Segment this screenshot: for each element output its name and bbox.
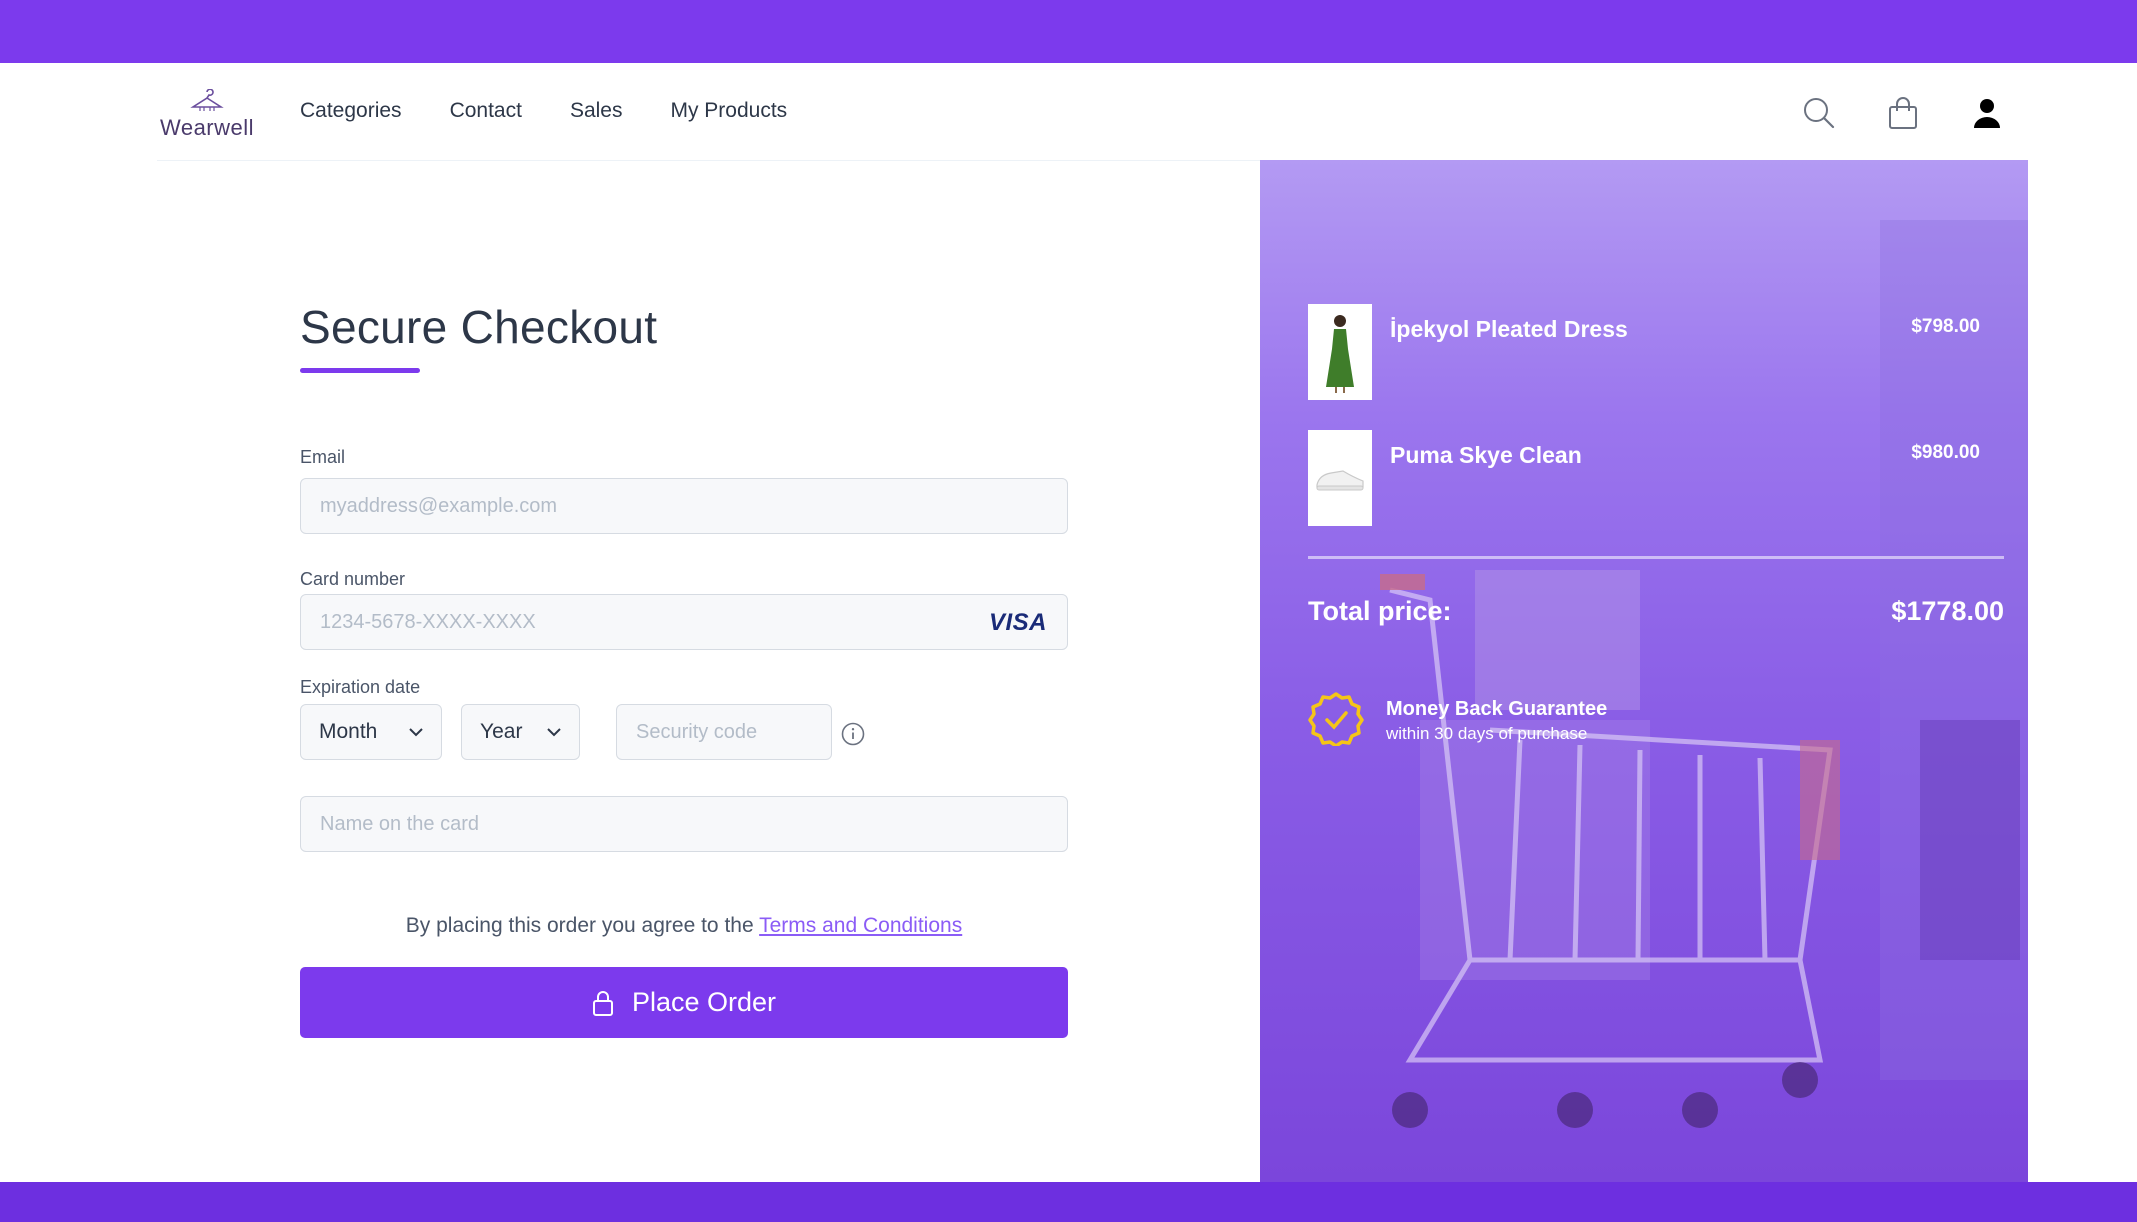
terms-text: By placing this order you agree to the <box>405 914 760 937</box>
card-name-field[interactable] <box>320 797 1067 851</box>
card-number-wrapper: VISA <box>300 594 1068 650</box>
hanger-icon <box>190 89 224 111</box>
guarantee-title: Money Back Guarantee <box>1386 698 1608 720</box>
cart-item-name: İpekyol Pleated Dress <box>1390 316 1628 342</box>
expiration-label: Expiration date <box>300 677 421 697</box>
month-select[interactable]: Month <box>300 704 442 760</box>
nav-my-products[interactable]: My Products <box>670 99 787 123</box>
badge-check-icon <box>1308 692 1364 748</box>
shopping-bag-icon[interactable] <box>1881 91 1925 135</box>
cart-item[interactable]: Puma Skye Clean $980.00 <box>1308 430 1980 526</box>
email-field[interactable] <box>320 479 1067 533</box>
cart-item-name: Puma Skye Clean <box>1390 442 1582 468</box>
nav-contact[interactable]: Contact <box>450 99 522 123</box>
product-thumbnail <box>1308 304 1372 400</box>
email-label: Email <box>300 447 346 467</box>
lock-icon <box>592 990 613 1016</box>
money-back-guarantee: Money Back Guarantee within 30 days of p… <box>1308 690 1607 751</box>
year-select[interactable]: Year <box>461 704 580 760</box>
total-value: $1778.00 <box>1891 596 2004 626</box>
cart-item-price: $798.00 <box>1911 316 1980 337</box>
brand-name: Wearwell <box>159 115 255 140</box>
terms-link[interactable]: Terms and Conditions <box>759 914 962 937</box>
dress-icon <box>1326 315 1354 393</box>
bottom-bar <box>0 1182 2137 1222</box>
order-summary-panel: İpekyol Pleated Dress $798.00 Puma Skye … <box>1260 160 2028 1182</box>
chevron-down-icon <box>547 728 561 737</box>
title-underline <box>300 368 420 373</box>
guarantee-subtitle: within 30 days of purchase <box>1386 724 1588 743</box>
month-select-value: Month <box>319 720 378 743</box>
place-order-label: Place Order <box>631 987 777 1017</box>
year-select-value: Year <box>480 720 523 743</box>
card-name-wrapper <box>300 796 1068 852</box>
place-order-button[interactable]: Place Order <box>300 967 1068 1038</box>
email-field-wrapper <box>300 478 1068 534</box>
info-icon[interactable] <box>841 722 865 746</box>
header-actions <box>1797 91 2009 135</box>
search-icon[interactable] <box>1797 91 1841 135</box>
visa-logo: VISA <box>988 609 1047 636</box>
total-label: Total price: <box>1308 596 1452 626</box>
top-bar <box>0 0 2137 63</box>
summary-divider <box>1308 556 2004 559</box>
card-number-field[interactable] <box>320 595 1067 649</box>
user-icon[interactable] <box>1965 91 2009 135</box>
terms-notice: By placing this order you agree to the T… <box>300 914 1068 938</box>
product-thumbnail <box>1308 430 1372 526</box>
site-header: Wearwell Categories Contact Sales My Pro… <box>157 63 2028 161</box>
card-number-label: Card number <box>300 569 406 589</box>
sneaker-icon <box>1316 470 1364 491</box>
nav-sales[interactable]: Sales <box>570 99 623 123</box>
nav-categories[interactable]: Categories <box>300 99 402 123</box>
page-title: Secure Checkout <box>300 301 658 353</box>
security-code-field[interactable] <box>636 705 831 759</box>
cart-item[interactable]: İpekyol Pleated Dress $798.00 <box>1308 304 1980 400</box>
cart-item-price: $980.00 <box>1911 442 1980 463</box>
brand-logo[interactable]: Wearwell <box>157 89 257 140</box>
checkout-heading: Secure Checkout <box>300 300 1068 373</box>
main-nav: Categories Contact Sales My Products <box>300 99 787 123</box>
security-code-wrapper <box>616 704 832 760</box>
chevron-down-icon <box>409 728 423 737</box>
